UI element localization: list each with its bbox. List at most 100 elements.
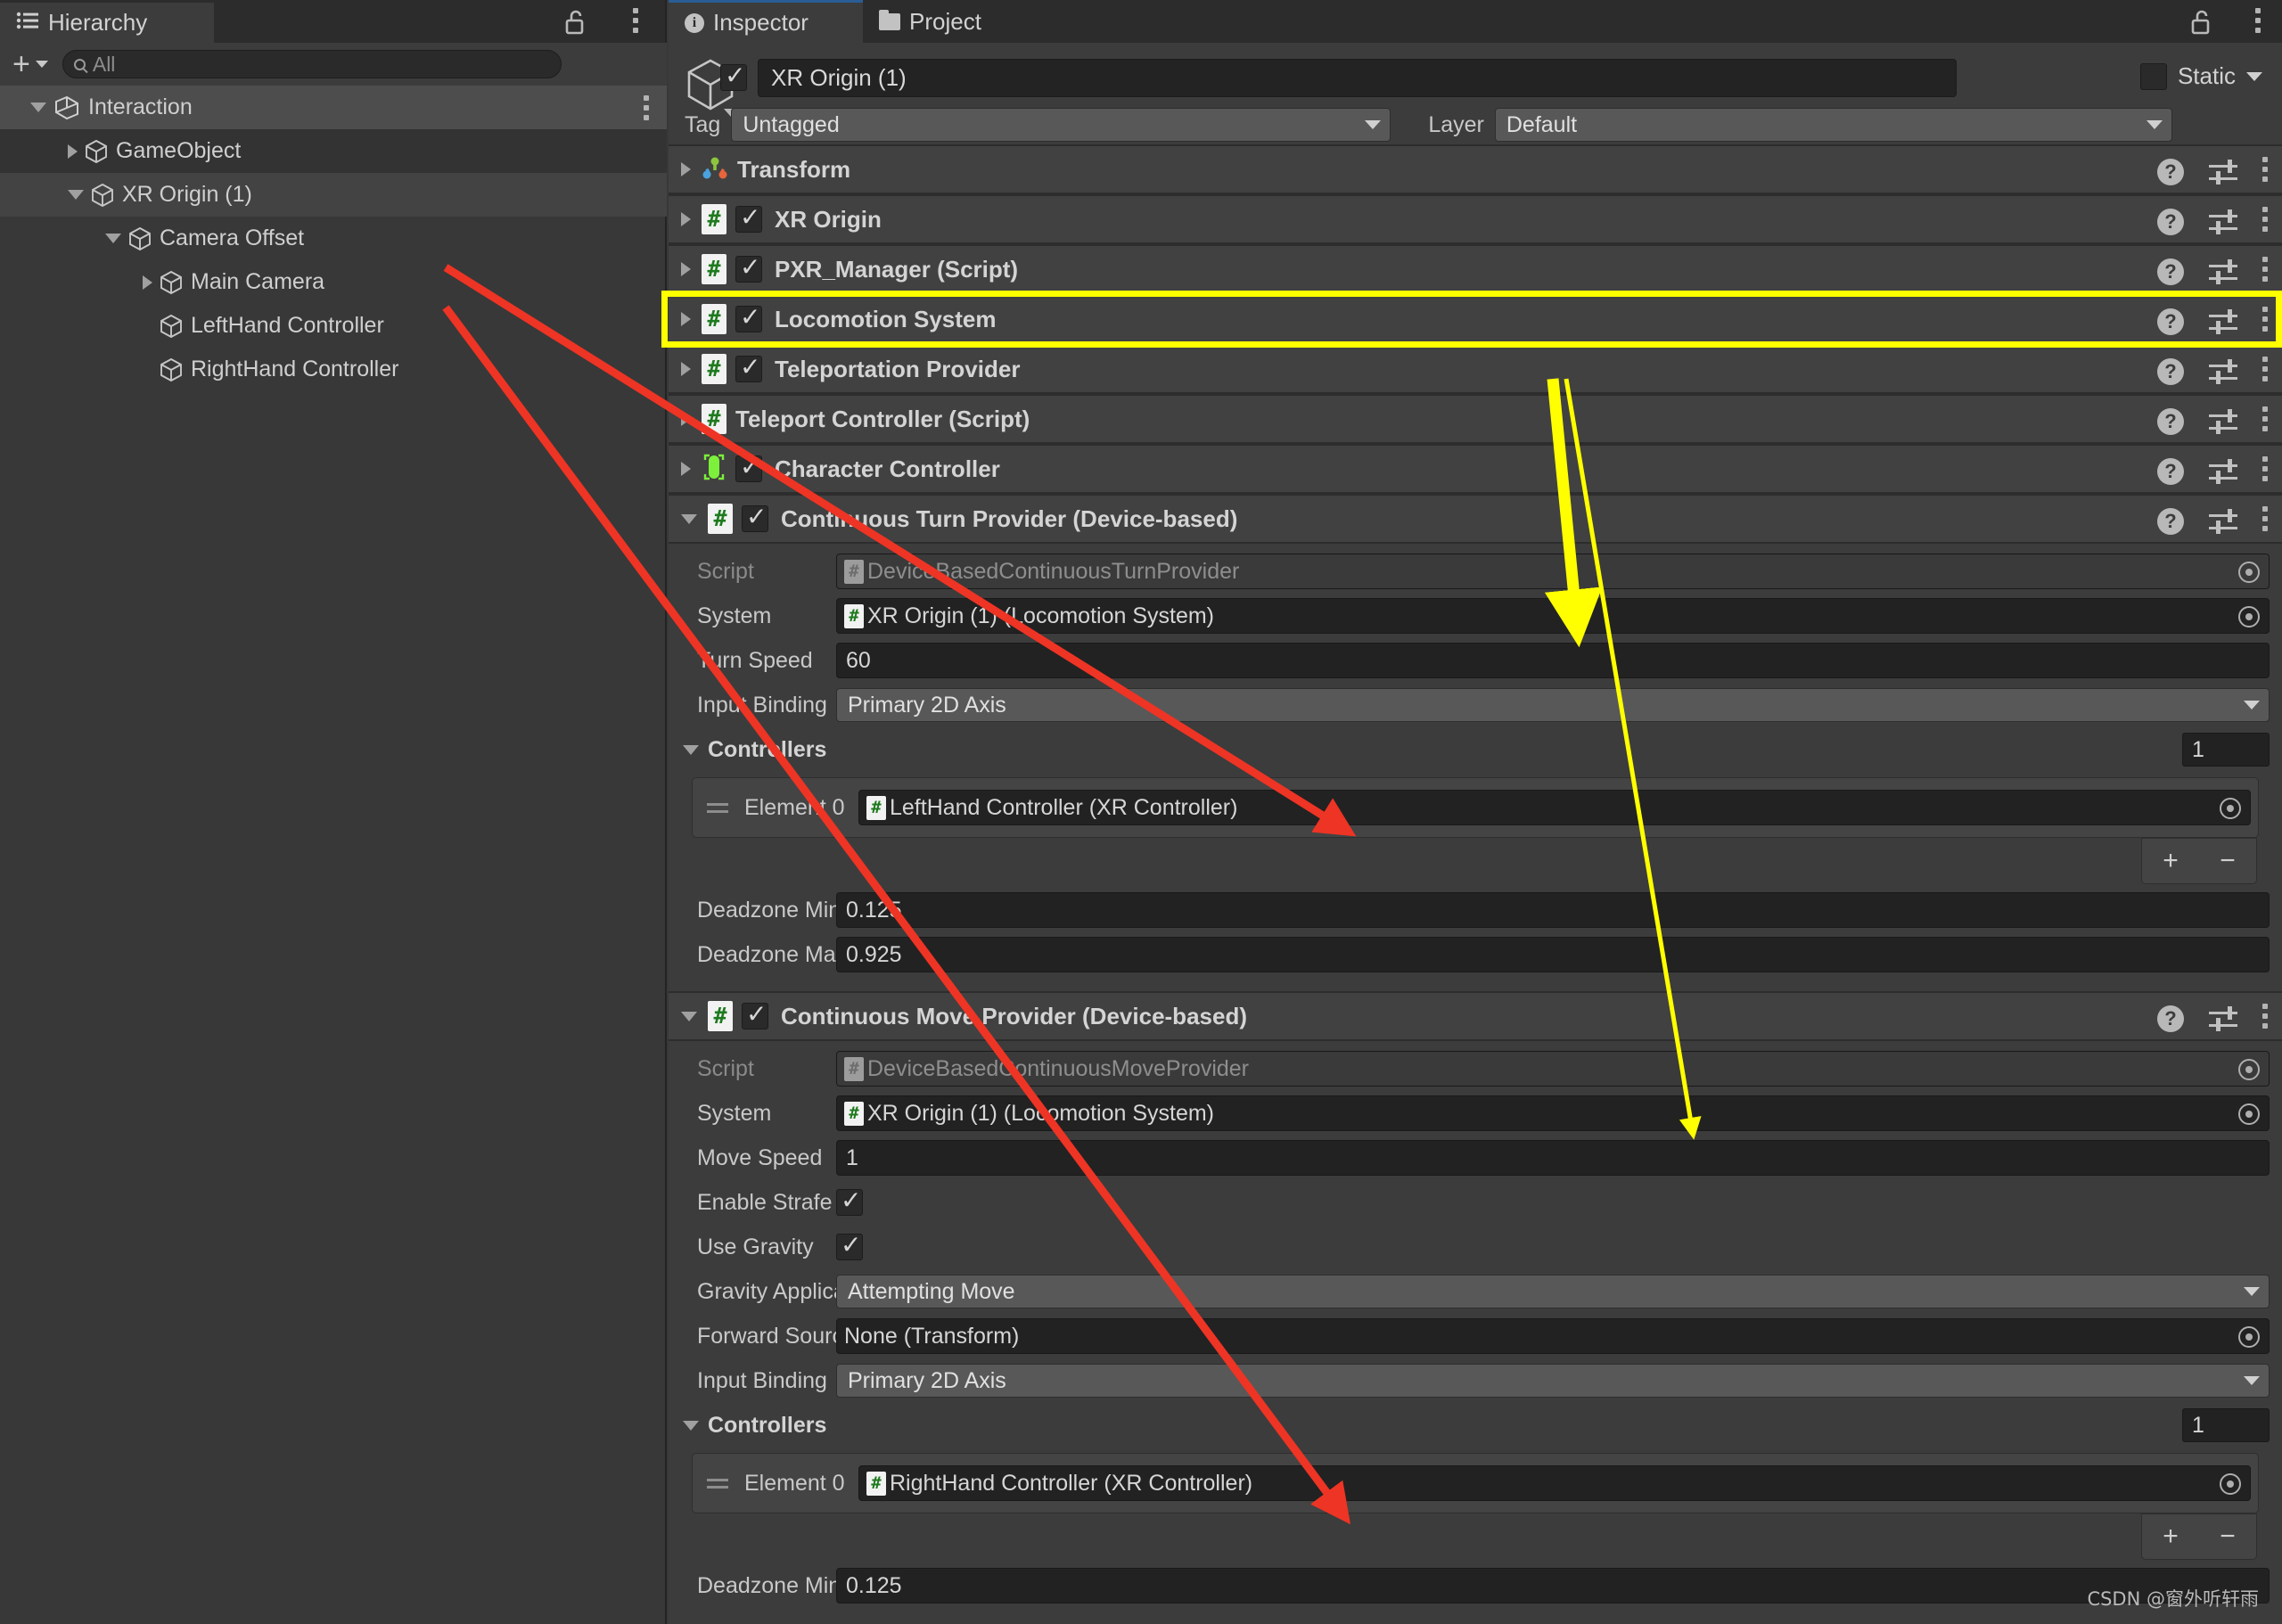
component-header-xr-origin[interactable]: # XR Origin? xyxy=(669,194,2282,244)
preset-sliders-icon[interactable] xyxy=(2209,258,2237,284)
chevron-down-icon[interactable] xyxy=(105,234,121,243)
chevron-down-icon[interactable] xyxy=(681,513,697,524)
move-speed-field[interactable]: 1 xyxy=(836,1140,2270,1176)
chevron-down-icon[interactable] xyxy=(683,744,699,755)
chevron-down-icon[interactable] xyxy=(68,190,84,200)
controllers-foldout[interactable]: Controllers 1 xyxy=(669,727,2282,772)
component-enabled-checkbox[interactable] xyxy=(735,302,762,332)
gameobject-name-field[interactable]: XR Origin (1) xyxy=(758,59,1957,97)
chevron-right-icon[interactable] xyxy=(681,262,691,276)
input-binding-dropdown[interactable]: Primary 2D Axis xyxy=(836,688,2270,722)
kebab-menu-icon[interactable] xyxy=(2262,307,2268,336)
preset-sliders-icon[interactable] xyxy=(2209,408,2237,434)
add-element-button[interactable]: + xyxy=(2163,846,2179,876)
component-header-continuous-move-provider-device-based[interactable]: # Continuous Move Provider (Device-based)… xyxy=(669,991,2282,1041)
controllers-size-field[interactable]: 1 xyxy=(2182,1408,2270,1442)
component-enabled-checkbox[interactable] xyxy=(735,352,762,382)
kebab-menu-icon[interactable] xyxy=(2255,8,2261,37)
kebab-menu-icon[interactable] xyxy=(633,8,638,37)
create-object-button[interactable]: + xyxy=(12,49,48,79)
component-header-locomotion-system[interactable]: # Locomotion System? xyxy=(669,294,2282,344)
list-item[interactable]: Element 0 # RightHand Controller (XR Contr… xyxy=(693,1461,2258,1505)
chevron-right-icon[interactable] xyxy=(681,462,691,476)
tab-inspector[interactable]: i Inspector xyxy=(669,0,863,43)
hierarchy-item-lefthand-controller[interactable]: LeftHand Controller xyxy=(0,304,667,348)
deadzone-max-field[interactable]: 0.925 xyxy=(836,937,2270,972)
chevron-right-icon[interactable] xyxy=(143,275,152,290)
remove-element-button[interactable]: − xyxy=(2220,1521,2236,1552)
drag-handle-icon[interactable] xyxy=(707,803,728,817)
hierarchy-item-xr-origin-1[interactable]: XR Origin (1) xyxy=(0,173,667,217)
tab-hierarchy[interactable]: Hierarchy xyxy=(0,0,214,43)
hierarchy-item-gameobject[interactable]: GameObject xyxy=(0,129,667,173)
lock-open-icon[interactable] xyxy=(2189,9,2214,35)
component-enabled-checkbox[interactable] xyxy=(735,452,762,482)
kebab-menu-icon[interactable] xyxy=(2262,1004,2268,1033)
component-header-teleport-controller-script[interactable]: # Teleport Controller (Script)? xyxy=(669,394,2282,444)
object-picker-icon[interactable] xyxy=(2238,562,2260,583)
kebab-menu-icon[interactable] xyxy=(2262,257,2268,286)
object-picker-icon[interactable] xyxy=(2238,1059,2260,1080)
preset-sliders-icon[interactable] xyxy=(2209,159,2237,185)
help-question-icon[interactable]: ? xyxy=(2157,407,2184,435)
kebab-menu-icon[interactable] xyxy=(2262,506,2268,536)
help-question-icon[interactable]: ? xyxy=(2157,258,2184,285)
object-picker-icon[interactable] xyxy=(2220,798,2241,819)
chevron-right-icon[interactable] xyxy=(681,312,691,326)
preset-sliders-icon[interactable] xyxy=(2209,1005,2237,1031)
help-question-icon[interactable]: ? xyxy=(2157,457,2184,485)
hierarchy-search-input[interactable]: All xyxy=(62,50,562,78)
preset-sliders-icon[interactable] xyxy=(2209,458,2237,484)
preset-sliders-icon[interactable] xyxy=(2209,358,2237,384)
preset-sliders-icon[interactable] xyxy=(2209,209,2237,234)
chevron-right-icon[interactable] xyxy=(681,162,691,176)
kebab-menu-icon[interactable] xyxy=(2262,157,2268,186)
kebab-menu-icon[interactable] xyxy=(2262,406,2268,436)
chevron-right-icon[interactable] xyxy=(681,212,691,226)
preset-sliders-icon[interactable] xyxy=(2209,308,2237,334)
object-picker-icon[interactable] xyxy=(2238,1103,2260,1125)
list-item[interactable]: Element 0 # LeftHand Controller (XR Contro… xyxy=(693,785,2258,830)
kebab-menu-icon[interactable] xyxy=(2262,456,2268,486)
kebab-menu-icon[interactable] xyxy=(2262,357,2268,386)
element-object-field[interactable]: # RightHand Controller (XR Controller) xyxy=(858,1465,2251,1501)
input-binding-dropdown[interactable]: Primary 2D Axis xyxy=(836,1364,2270,1398)
chevron-down-icon[interactable] xyxy=(681,1011,697,1021)
system-object-field[interactable]: # XR Origin (1) (Locomotion System) xyxy=(836,598,2270,634)
help-question-icon[interactable]: ? xyxy=(2157,507,2184,535)
controllers-size-field[interactable]: 1 xyxy=(2182,733,2270,767)
controllers-foldout[interactable]: Controllers 1 xyxy=(669,1403,2282,1448)
tab-project[interactable]: Project xyxy=(863,0,1041,43)
element-object-field[interactable]: # LeftHand Controller (XR Controller) xyxy=(858,790,2251,825)
deadzone-min-field[interactable]: 0.125 xyxy=(836,1568,2270,1603)
component-enabled-checkbox[interactable] xyxy=(735,252,762,283)
remove-element-button[interactable]: − xyxy=(2220,846,2236,876)
system-object-field[interactable]: # XR Origin (1) (Locomotion System) xyxy=(836,1095,2270,1131)
static-checkbox[interactable] xyxy=(2139,62,2167,90)
deadzone-min-field[interactable]: 0.125 xyxy=(836,892,2270,928)
component-enabled-checkbox[interactable] xyxy=(742,502,768,532)
use-gravity-checkbox[interactable] xyxy=(836,1230,863,1260)
add-element-button[interactable]: + xyxy=(2163,1521,2179,1552)
script-object-field[interactable]: # DeviceBasedContinuousTurnProvider xyxy=(836,554,2270,589)
layer-dropdown[interactable]: Default xyxy=(1494,108,2172,142)
static-toggle[interactable]: Static xyxy=(2139,62,2262,90)
hierarchy-item-main-camera[interactable]: Main Camera xyxy=(0,260,667,304)
hierarchy-item-camera-offset[interactable]: Camera Offset xyxy=(0,217,667,260)
hierarchy-item-righthand-controller[interactable]: RightHand Controller xyxy=(0,348,667,391)
help-question-icon[interactable]: ? xyxy=(2157,208,2184,235)
help-question-icon[interactable]: ? xyxy=(2157,158,2184,185)
object-picker-icon[interactable] xyxy=(2238,606,2260,627)
component-enabled-checkbox[interactable] xyxy=(735,202,762,233)
chevron-down-icon[interactable] xyxy=(2246,71,2262,81)
object-picker-icon[interactable] xyxy=(2220,1473,2241,1495)
chevron-right-icon[interactable] xyxy=(68,144,78,159)
chevron-down-icon[interactable] xyxy=(30,103,46,112)
script-object-field[interactable]: # DeviceBasedContinuousMoveProvider xyxy=(836,1051,2270,1087)
gravity-mode-dropdown[interactable]: Attempting Move xyxy=(836,1275,2270,1308)
kebab-menu-icon[interactable] xyxy=(644,95,649,125)
chevron-down-icon[interactable] xyxy=(683,1420,699,1431)
component-enabled-checkbox[interactable] xyxy=(742,999,768,1029)
component-header-pxr-manager-script[interactable]: # PXR_Manager (Script)? xyxy=(669,244,2282,294)
turn-speed-field[interactable]: 60 xyxy=(836,643,2270,678)
